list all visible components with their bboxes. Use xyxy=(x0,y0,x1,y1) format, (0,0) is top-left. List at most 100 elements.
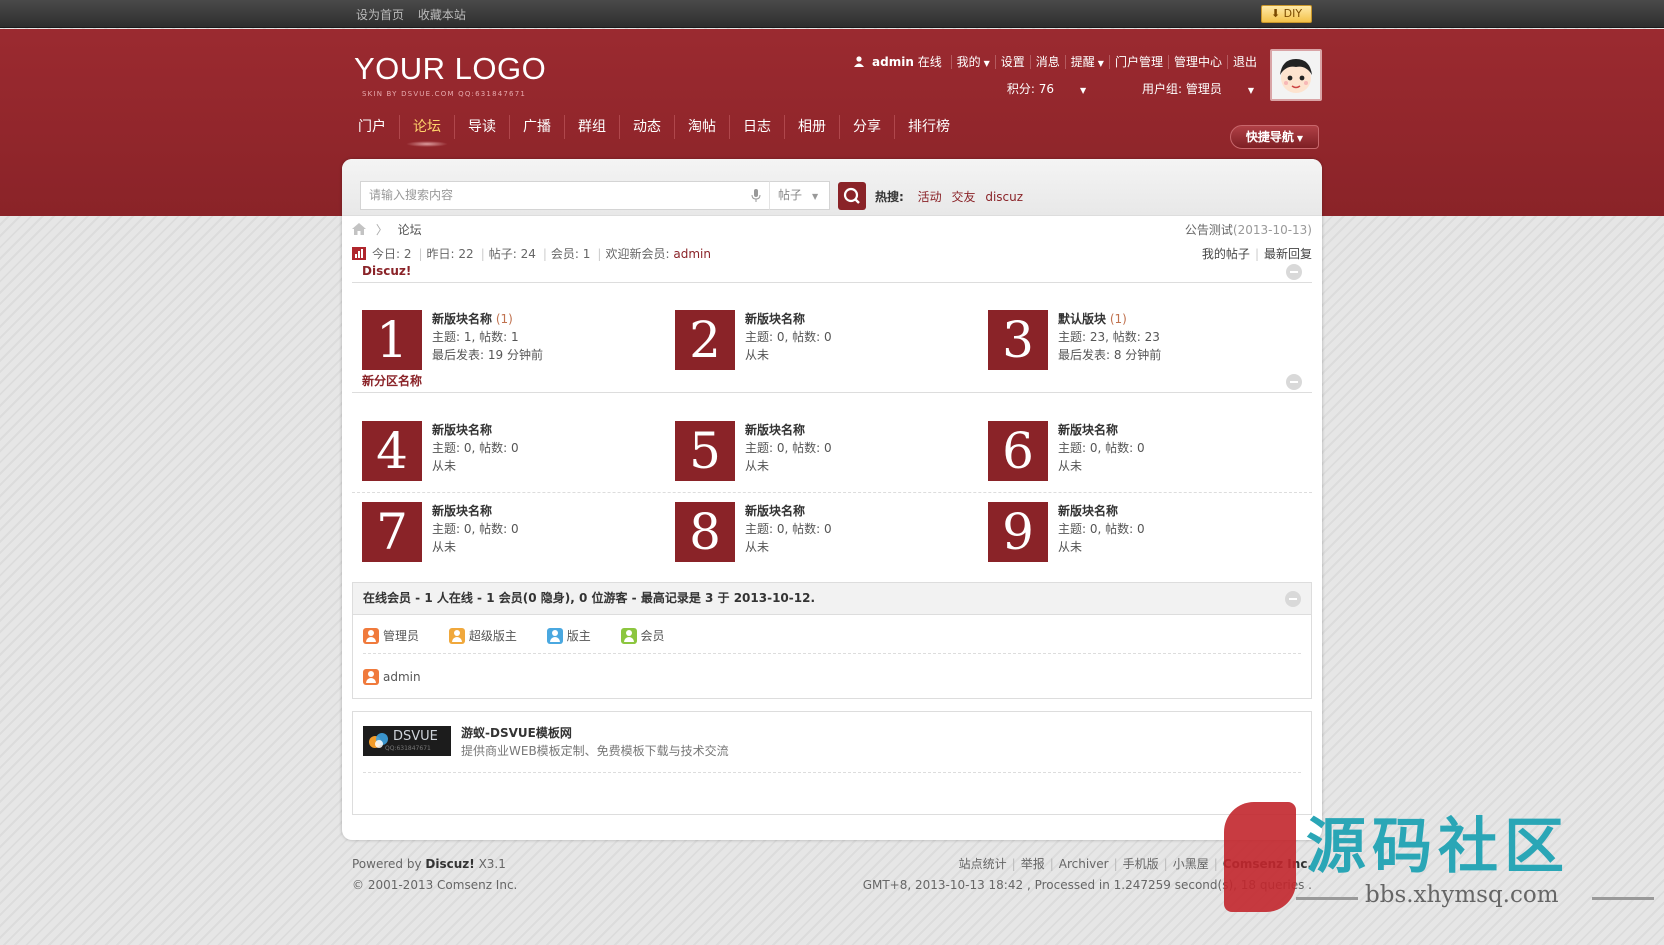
portal-admin-link[interactable]: 门户管理 xyxy=(1108,55,1168,69)
board-title[interactable]: 新版块名称 xyxy=(1058,502,1145,520)
board-title[interactable]: 新版块名称 xyxy=(745,421,832,439)
hot-keyword[interactable]: 活动 xyxy=(918,190,942,204)
board-number-icon[interactable]: 8 xyxy=(675,502,735,562)
forum-board[interactable]: 6 新版块名称 主题: 0, 帖数: 0 从未 xyxy=(988,421,1288,481)
legend-label: 超级版主 xyxy=(468,629,517,643)
board-title[interactable]: 新版块名称 xyxy=(432,502,519,520)
nav-broadcast[interactable]: 广播 xyxy=(510,115,565,139)
logout-link[interactable]: 退出 xyxy=(1226,55,1262,69)
reminders-menu[interactable]: 提醒 ▼ xyxy=(1064,55,1109,69)
friend-link-title[interactable]: 游蚁-DSVUE模板网 xyxy=(461,724,572,741)
set-homepage-link[interactable]: 设为首页 xyxy=(356,8,404,22)
board-title[interactable]: 新版块名称 xyxy=(432,421,519,439)
quick-nav-button[interactable]: 快捷导航 ▼ xyxy=(1230,125,1319,149)
dsvue-logo[interactable]: DSVUE QQ:631847671 xyxy=(363,726,451,756)
my-menu[interactable]: 我的 ▼ xyxy=(950,55,995,69)
messages-link[interactable]: 消息 xyxy=(1029,55,1065,69)
legend-admin: 管理员 xyxy=(363,628,420,644)
nav-blog[interactable]: 日志 xyxy=(730,115,785,139)
board-number-icon[interactable]: 9 xyxy=(988,502,1048,562)
footer-link-blacklist[interactable]: 小黑屋 xyxy=(1173,857,1209,871)
breadcrumb-current[interactable]: 论坛 xyxy=(398,223,422,237)
board-title[interactable]: 新版块名称 xyxy=(1058,421,1145,439)
collapse-icon[interactable] xyxy=(1285,591,1301,607)
nav-share[interactable]: 分享 xyxy=(840,115,895,139)
category-title[interactable]: 新分区名称 xyxy=(362,374,422,388)
hot-keyword[interactable]: discuz xyxy=(985,190,1023,204)
footer-link-report[interactable]: 举报 xyxy=(1021,857,1045,871)
board-info: 新版块名称 主题: 0, 帖数: 0 从未 xyxy=(745,421,832,475)
diy-button[interactable]: ⬇ DIY xyxy=(1261,5,1312,23)
online-user[interactable]: admin xyxy=(363,669,421,685)
nav-activity[interactable]: 动态 xyxy=(620,115,675,139)
nav-forum[interactable]: 论坛 xyxy=(400,115,455,147)
logo-subtitle: SKIN BY DSVUE.COM QQ:631847671 xyxy=(362,90,526,98)
nav-ranking[interactable]: 排行榜 xyxy=(895,115,963,139)
forum-board[interactable]: 5 新版块名称 主题: 0, 帖数: 0 从未 xyxy=(675,421,975,481)
moderator-user-icon xyxy=(546,628,563,644)
forum-board[interactable]: 8 新版块名称 主题: 0, 帖数: 0 从未 xyxy=(675,502,975,562)
board-title[interactable]: 新版块名称 xyxy=(745,312,805,326)
collapse-icon[interactable] xyxy=(1286,264,1302,280)
forum-board[interactable]: 3 默认版块 (1) 主题: 23, 帖数: 23 最后发表: 8 分钟前 xyxy=(988,310,1288,370)
version-link[interactable]: X3.1 xyxy=(479,857,506,871)
quick-nav-label: 快捷导航 xyxy=(1245,130,1294,144)
forum-board[interactable]: 9 新版块名称 主题: 0, 帖数: 0 从未 xyxy=(988,502,1288,562)
usergroup-menu[interactable]: 用户组: 管理员 ▼ xyxy=(1116,82,1254,96)
nav-groups[interactable]: 群组 xyxy=(565,115,620,139)
nav-guide[interactable]: 导读 xyxy=(455,115,510,139)
search-button[interactable] xyxy=(838,182,866,210)
footer-link-mobile[interactable]: 手机版 xyxy=(1123,857,1159,871)
board-title[interactable]: 新版块名称 xyxy=(432,312,492,326)
username[interactable]: admin xyxy=(872,55,914,69)
footer-link-archiver[interactable]: Archiver xyxy=(1059,857,1109,871)
admin-center-link[interactable]: 管理中心 xyxy=(1167,55,1227,69)
forum-board[interactable]: 2 新版块名称 主题: 0, 帖数: 0 从未 xyxy=(675,310,975,370)
board-number-icon[interactable]: 7 xyxy=(362,502,422,562)
home-icon[interactable] xyxy=(352,223,366,235)
board-number-icon[interactable]: 3 xyxy=(988,310,1048,370)
announcement[interactable]: 公告测试(2013-10-13) xyxy=(1185,221,1312,238)
category-title[interactable]: Discuz! xyxy=(362,264,411,278)
board-number-icon[interactable]: 4 xyxy=(362,421,422,481)
board-title[interactable]: 新版块名称 xyxy=(745,502,832,520)
nav-album[interactable]: 相册 xyxy=(785,115,840,139)
board-title[interactable]: 默认版块 xyxy=(1058,312,1106,326)
footer-link-stats[interactable]: 站点统计 xyxy=(959,857,1007,871)
microphone-icon[interactable] xyxy=(751,189,761,203)
nav-collections[interactable]: 淘帖 xyxy=(675,115,730,139)
site-logo[interactable]: YOUR LOGO xyxy=(354,51,546,87)
legend-label: 管理员 xyxy=(383,629,420,643)
forum-stats: 今日: 2 | 昨日: 22 | 帖子: 24 | 会员: 1 | 欢迎新会员: admin xyxy=(352,245,711,262)
forum-board[interactable]: 4 新版块名称 主题: 0, 帖数: 0 从未 xyxy=(362,421,662,481)
forum-board[interactable]: 7 新版块名称 主题: 0, 帖数: 0 从未 xyxy=(362,502,662,562)
board-info: 新版块名称 (1) 主题: 1, 帖数: 1 最后发表: 19 分钟前 xyxy=(432,310,543,364)
hot-search: 热搜: 活动 交友 discuz xyxy=(875,188,1023,205)
board-number-icon[interactable]: 1 xyxy=(362,310,422,370)
board-number-icon[interactable]: 2 xyxy=(675,310,735,370)
avatar[interactable] xyxy=(1270,49,1322,101)
user-status[interactable]: admin 在线 xyxy=(849,55,950,69)
stat-today: 今日: 2 xyxy=(372,247,412,261)
search-type-select[interactable]: 帖子 ▼ xyxy=(769,181,830,210)
collapse-icon[interactable] xyxy=(1286,374,1302,390)
discuz-link[interactable]: Discuz! xyxy=(425,857,474,871)
points-menu[interactable]: 积分: 76 ▼ xyxy=(981,82,1086,96)
board-last-post[interactable]: 最后发表: 8 分钟前 xyxy=(1058,346,1161,364)
hot-keyword[interactable]: 交友 xyxy=(951,190,975,204)
forum-board[interactable]: 1 新版块名称 (1) 主题: 1, 帖数: 1 最后发表: 19 分钟前 xyxy=(362,310,662,370)
newest-member-link[interactable]: admin xyxy=(673,247,711,261)
board-counts: 主题: 23, 帖数: 23 xyxy=(1058,330,1160,344)
my-posts-link[interactable]: 我的帖子 xyxy=(1202,247,1250,261)
board-number-icon[interactable]: 6 xyxy=(988,421,1048,481)
online-members-summary[interactable]: 在线会员 - 1 人在线 - 1 会员(0 隐身), 0 位游客 - 最高记录是… xyxy=(363,591,815,605)
bookmark-link[interactable]: 收藏本站 xyxy=(418,8,466,22)
board-last-post[interactable]: 最后发表: 19 分钟前 xyxy=(432,346,543,364)
online-username[interactable]: admin xyxy=(383,670,421,684)
nav-portal[interactable]: 门户 xyxy=(345,115,400,139)
board-number-icon[interactable]: 5 xyxy=(675,421,735,481)
search-input[interactable]: 请输入搜索内容 xyxy=(360,181,770,210)
settings-link[interactable]: 设置 xyxy=(994,55,1030,69)
divider: | xyxy=(1049,857,1054,871)
latest-replies-link[interactable]: 最新回复 xyxy=(1264,247,1312,261)
